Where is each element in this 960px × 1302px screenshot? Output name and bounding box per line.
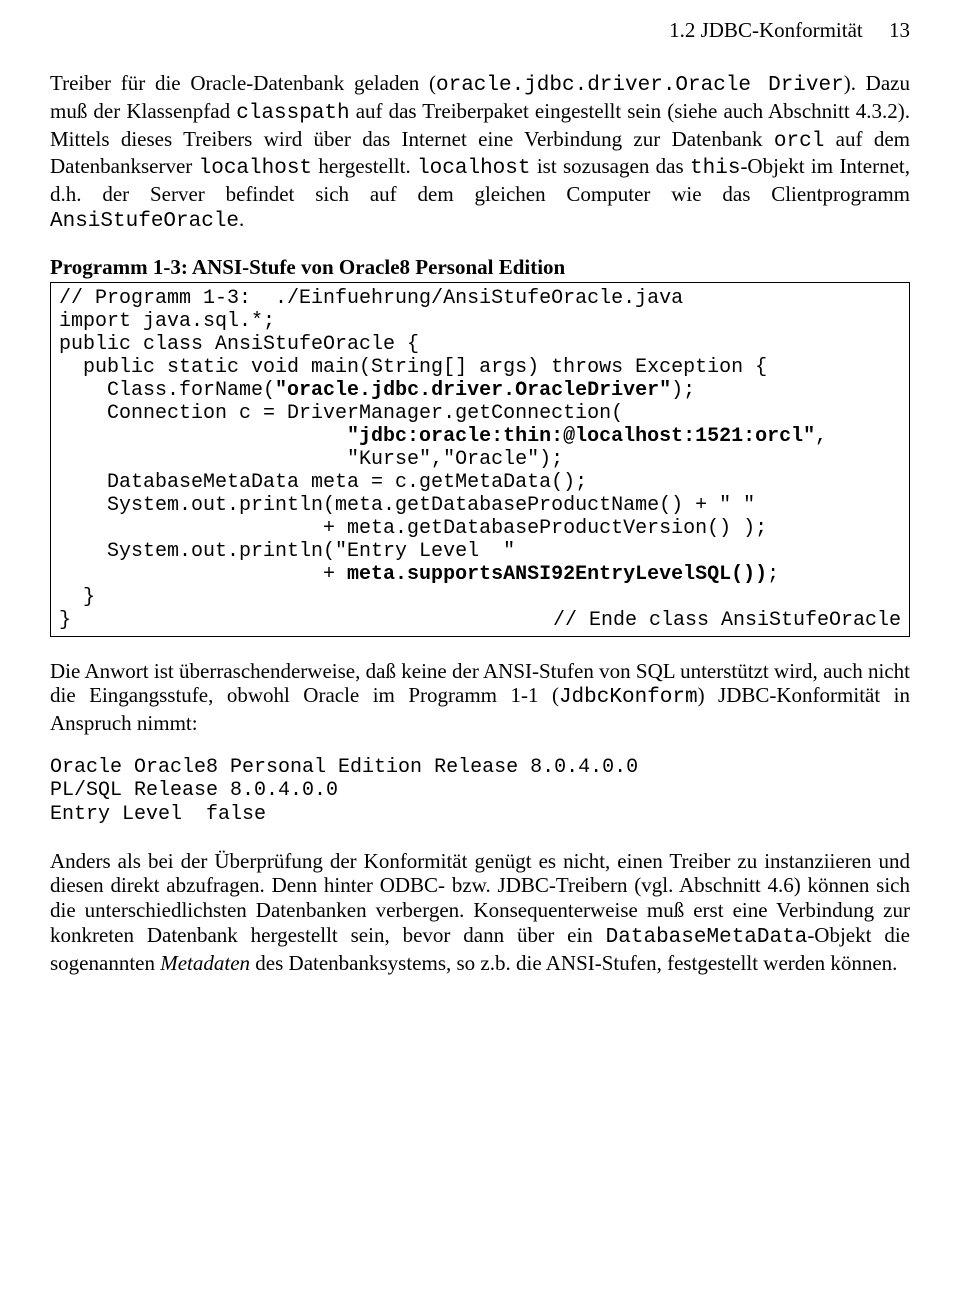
emphasis: Metadaten [160,951,250,975]
code-inline: orcl [774,130,824,153]
code-inline: JdbcKonform [559,686,698,709]
listing-caption: Programm 1-3: ANSI-Stufe von Oracle8 Per… [50,255,910,280]
code-inline: DatabaseMetaData [606,926,808,949]
code-inline: AnsiStufeOracle [50,210,239,233]
code-listing: // Programm 1-3: ./Einfuehrung/AnsiStufe… [50,282,910,637]
code-inline: this [690,157,740,180]
result-paragraph: Die Anwort ist überraschenderweise, daß … [50,659,910,736]
page: 1.2 JDBC-Konformität 13 Treiber für die … [0,0,960,1302]
code-inline: classpath [236,102,349,125]
running-header: 1.2 JDBC-Konformität 13 [50,18,910,43]
section-title: 1.2 JDBC-Konformität [669,18,863,42]
code-inline: localhost [417,157,530,180]
code-inline: oracle.jdbc.driver.Oracle Driver [436,74,844,97]
program-output: Oracle Oracle8 Personal Edition Release … [50,756,910,827]
code-inline: localhost [199,157,312,180]
end-comment: // Ende class AnsiStufeOracle [553,609,901,632]
page-number: 13 [889,18,910,42]
intro-paragraph: Treiber für die Oracle-Datenbank geladen… [50,71,910,235]
closing-paragraph: Anders als bei der Überprüfung der Konfo… [50,849,910,976]
